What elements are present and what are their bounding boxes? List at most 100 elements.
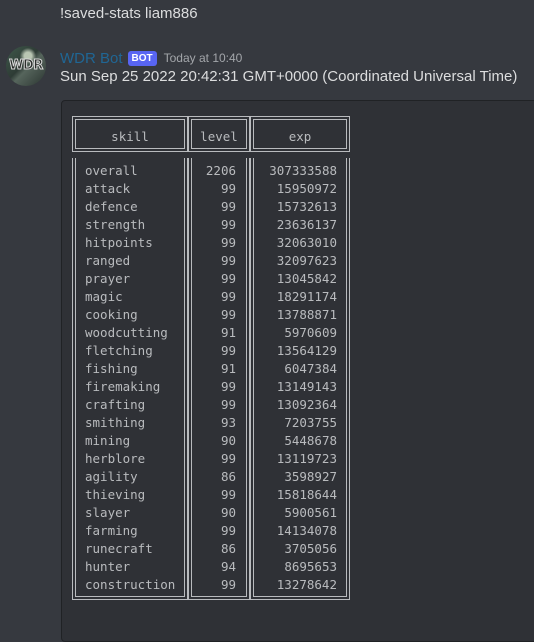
skill-cell: hitpoints bbox=[72, 234, 188, 252]
level-cell: 86 bbox=[188, 468, 250, 486]
table-row: thieving 99 15818644 bbox=[72, 486, 350, 504]
exp-cell: 3598927 bbox=[250, 468, 350, 486]
exp-cell: 32063010 bbox=[250, 234, 350, 252]
stats-table: skill level exp overall 2206 307333588 atta… bbox=[72, 116, 350, 600]
skill-cell: woodcutting bbox=[72, 324, 188, 342]
exp-cell: 14134078 bbox=[250, 522, 350, 540]
exp-cell: 13278642 bbox=[250, 576, 350, 594]
level-cell: 99 bbox=[188, 378, 250, 396]
level-cell: 99 bbox=[188, 306, 250, 324]
table-row: firemaking 99 13149143 bbox=[72, 378, 350, 396]
exp-cell: 15818644 bbox=[250, 486, 350, 504]
exp-cell: 13788871 bbox=[250, 306, 350, 324]
table-row: strength 99 23636137 bbox=[72, 216, 350, 234]
skill-cell: magic bbox=[72, 288, 188, 306]
skill-cell: firemaking bbox=[72, 378, 188, 396]
exp-cell: 5970609 bbox=[250, 324, 350, 342]
table-body: overall 2206 307333588 attack 99 15950972 defe… bbox=[72, 158, 350, 600]
level-cell: 90 bbox=[188, 432, 250, 450]
skill-cell: attack bbox=[72, 180, 188, 198]
level-cell: 99 bbox=[188, 576, 250, 594]
exp-cell: 307333588 bbox=[250, 162, 350, 180]
exp-cell: 5448678 bbox=[250, 432, 350, 450]
skill-cell: overall bbox=[72, 162, 188, 180]
skill-cell: mining bbox=[72, 432, 188, 450]
table-row: overall 2206 307333588 bbox=[72, 162, 350, 180]
skill-cell: agility bbox=[72, 468, 188, 486]
bot-avatar[interactable]: WDR bbox=[6, 46, 46, 86]
table-row: crafting 99 13092364 bbox=[72, 396, 350, 414]
skill-cell: farming bbox=[72, 522, 188, 540]
exp-cell: 3705056 bbox=[250, 540, 350, 558]
level-cell: 91 bbox=[188, 324, 250, 342]
level-cell: 90 bbox=[188, 504, 250, 522]
level-cell: 2206 bbox=[188, 162, 250, 180]
command-message: !saved-stats liam886 bbox=[60, 5, 198, 22]
table-row: cooking 99 13788871 bbox=[72, 306, 350, 324]
message-timestamp[interactable]: Today at 10:40 bbox=[164, 51, 243, 65]
level-cell: 99 bbox=[188, 450, 250, 468]
skill-cell: slayer bbox=[72, 504, 188, 522]
table-header-row: skill level exp bbox=[72, 116, 350, 152]
level-cell: 99 bbox=[188, 396, 250, 414]
table-row: herblore 99 13119723 bbox=[72, 450, 350, 468]
level-cell: 93 bbox=[188, 414, 250, 432]
skill-cell: fishing bbox=[72, 360, 188, 378]
table-pad-bottom bbox=[72, 594, 350, 600]
table-row: magic 99 18291174 bbox=[72, 288, 350, 306]
pad-cell bbox=[188, 594, 250, 600]
exp-cell: 13149143 bbox=[250, 378, 350, 396]
table-row: attack 99 15950972 bbox=[72, 180, 350, 198]
skill-cell: thieving bbox=[72, 486, 188, 504]
table-row: mining 90 5448678 bbox=[72, 432, 350, 450]
header-skill: skill bbox=[72, 116, 188, 152]
level-cell: 94 bbox=[188, 558, 250, 576]
message-content: Sun Sep 25 2022 20:42:31 GMT+0000 (Coord… bbox=[60, 68, 518, 85]
table-row: fletching 99 13564129 bbox=[72, 342, 350, 360]
skill-cell: cooking bbox=[72, 306, 188, 324]
table-row: fishing 91 6047384 bbox=[72, 360, 350, 378]
exp-cell: 23636137 bbox=[250, 216, 350, 234]
skill-cell: construction bbox=[72, 576, 188, 594]
skill-cell: fletching bbox=[72, 342, 188, 360]
skill-cell: runecraft bbox=[72, 540, 188, 558]
skill-cell: strength bbox=[72, 216, 188, 234]
exp-cell: 8695653 bbox=[250, 558, 350, 576]
table-row: prayer 99 13045842 bbox=[72, 270, 350, 288]
skill-cell: smithing bbox=[72, 414, 188, 432]
skill-cell: defence bbox=[72, 198, 188, 216]
skill-cell: hunter bbox=[72, 558, 188, 576]
exp-cell: 15950972 bbox=[250, 180, 350, 198]
exp-cell: 13045842 bbox=[250, 270, 350, 288]
level-cell: 99 bbox=[188, 198, 250, 216]
table-row: smithing 93 7203755 bbox=[72, 414, 350, 432]
bot-badge: BOT bbox=[127, 50, 157, 66]
exp-cell: 18291174 bbox=[250, 288, 350, 306]
table-row: woodcutting 91 5970609 bbox=[72, 324, 350, 342]
pad-cell bbox=[72, 594, 188, 600]
avatar-label: WDR bbox=[9, 58, 44, 74]
level-cell: 86 bbox=[188, 540, 250, 558]
level-cell: 99 bbox=[188, 216, 250, 234]
bot-username[interactable]: WDR Bot bbox=[60, 50, 123, 67]
level-cell: 99 bbox=[188, 180, 250, 198]
skill-cell: prayer bbox=[72, 270, 188, 288]
table-row: runecraft 86 3705056 bbox=[72, 540, 350, 558]
skill-cell: ranged bbox=[72, 252, 188, 270]
pad-cell bbox=[250, 594, 350, 600]
level-cell: 99 bbox=[188, 522, 250, 540]
table-row: farming 99 14134078 bbox=[72, 522, 350, 540]
level-cell: 99 bbox=[188, 252, 250, 270]
table-row: hunter 94 8695653 bbox=[72, 558, 350, 576]
exp-cell: 5900561 bbox=[250, 504, 350, 522]
skill-cell: herblore bbox=[72, 450, 188, 468]
exp-cell: 13092364 bbox=[250, 396, 350, 414]
exp-cell: 15732613 bbox=[250, 198, 350, 216]
header-exp: exp bbox=[250, 116, 350, 152]
table-row: slayer 90 5900561 bbox=[72, 504, 350, 522]
exp-cell: 6047384 bbox=[250, 360, 350, 378]
level-cell: 99 bbox=[188, 270, 250, 288]
table-row: agility 86 3598927 bbox=[72, 468, 350, 486]
level-cell: 99 bbox=[188, 234, 250, 252]
exp-cell: 13564129 bbox=[250, 342, 350, 360]
